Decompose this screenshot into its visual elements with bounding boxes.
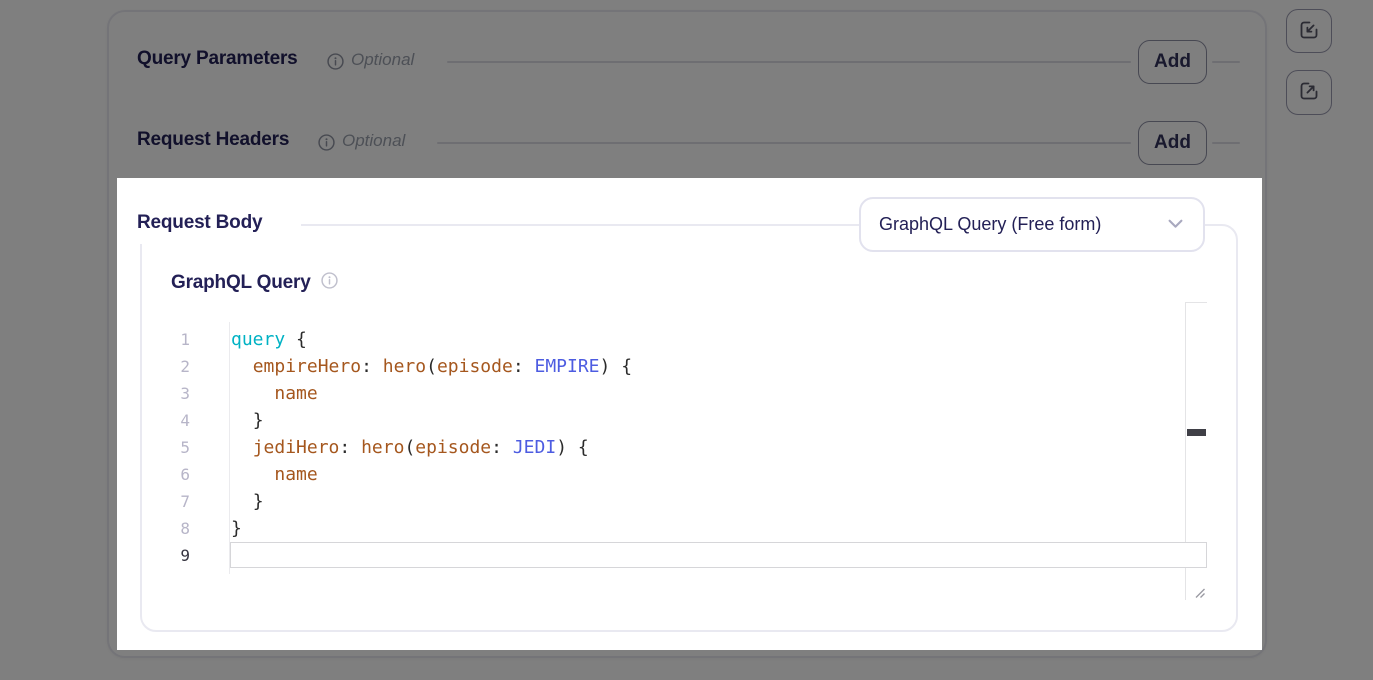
line-number: 9 xyxy=(165,542,229,569)
external-link-icon xyxy=(1297,79,1321,106)
arrow-in-square-icon xyxy=(1297,18,1321,45)
graphql-query-editor[interactable]: 1query {2 empireHero: hero(episode: EMPI… xyxy=(165,302,1207,600)
request-headers-title: Request Headers xyxy=(137,128,289,152)
code-text: name xyxy=(231,380,318,407)
page: Query Parameters Optional Add Request He… xyxy=(0,0,1373,680)
info-icon[interactable] xyxy=(327,53,344,75)
line-number: 1 xyxy=(165,326,229,353)
resize-handle-icon[interactable] xyxy=(1192,585,1206,604)
query-parameters-optional-label: Optional xyxy=(351,49,414,71)
line-number: 2 xyxy=(165,353,229,380)
request-body-heading-wrap: Request Body xyxy=(125,202,301,244)
add-request-header-button[interactable]: Add xyxy=(1138,121,1207,165)
edit-in-editor-button[interactable] xyxy=(1286,9,1332,53)
code-line[interactable]: 6 name xyxy=(165,461,1185,488)
request-headers-optional-label: Optional xyxy=(342,130,405,152)
line-number: 3 xyxy=(165,380,229,407)
line-number: 7 xyxy=(165,488,229,515)
active-line-cursor-box[interactable] xyxy=(230,542,1207,568)
code-text: } xyxy=(231,407,264,434)
info-icon[interactable] xyxy=(321,272,338,294)
chevron-down-icon xyxy=(1168,216,1183,234)
code-lines: 1query {2 empireHero: hero(episode: EMPI… xyxy=(165,326,1185,569)
divider xyxy=(1212,61,1240,63)
code-line[interactable]: 8} xyxy=(165,515,1185,542)
graphql-query-label-row: GraphQL Query xyxy=(171,271,338,295)
code-line[interactable]: 1query { xyxy=(165,326,1185,353)
open-external-button[interactable] xyxy=(1286,70,1332,115)
code-text: } xyxy=(231,488,264,515)
scrollbar-thumb[interactable] xyxy=(1187,429,1206,436)
divider xyxy=(1212,142,1240,144)
info-icon[interactable] xyxy=(318,134,335,156)
code-line[interactable]: 2 empireHero: hero(episode: EMPIRE) { xyxy=(165,353,1185,380)
code-line[interactable]: 7 } xyxy=(165,488,1185,515)
request-body-title: Request Body xyxy=(137,211,262,235)
code-text: } xyxy=(231,515,242,542)
body-type-select[interactable]: GraphQL Query (Free form) xyxy=(859,197,1205,252)
body-type-selected-value: GraphQL Query (Free form) xyxy=(879,214,1168,235)
line-number: 5 xyxy=(165,434,229,461)
divider xyxy=(437,142,1131,144)
code-line[interactable]: 5 jediHero: hero(episode: JEDI) { xyxy=(165,434,1185,461)
graphql-query-label: GraphQL Query xyxy=(171,271,311,295)
code-line[interactable]: 4 } xyxy=(165,407,1185,434)
query-parameters-title: Query Parameters xyxy=(137,47,298,71)
add-query-parameter-button[interactable]: Add xyxy=(1138,40,1207,84)
code-text: name xyxy=(231,461,318,488)
divider xyxy=(447,61,1131,63)
code-text: jediHero: hero(episode: JEDI) { xyxy=(231,434,589,461)
line-number: 6 xyxy=(165,461,229,488)
line-number: 8 xyxy=(165,515,229,542)
code-text: query { xyxy=(231,326,307,353)
code-line[interactable]: 3 name xyxy=(165,380,1185,407)
code-text: empireHero: hero(episode: EMPIRE) { xyxy=(231,353,632,380)
line-number: 4 xyxy=(165,407,229,434)
